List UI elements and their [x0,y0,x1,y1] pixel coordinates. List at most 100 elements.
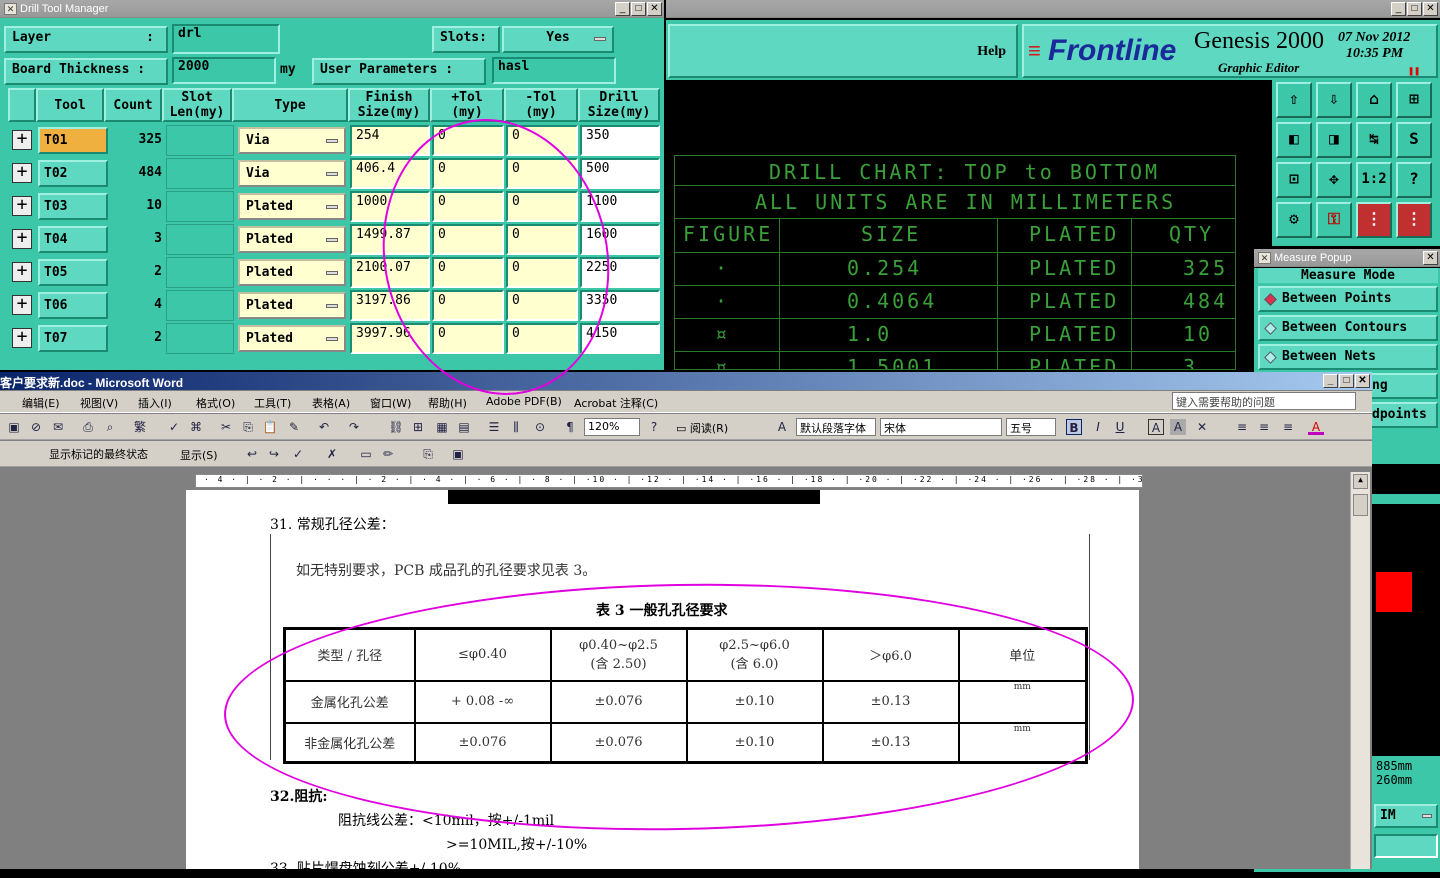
close-button[interactable]: ✕ [1423,251,1438,265]
user-parameters-field[interactable]: hasl [492,57,616,84]
read-button[interactable]: ▭ 阅读(R) [676,420,728,436]
home-icon[interactable]: ⌂ [1356,82,1392,118]
align-left-icon[interactable]: ≡ [1234,419,1250,435]
menu-table[interactable]: 表格(A) [312,395,350,411]
swap-icon[interactable]: ↹ [1356,122,1392,158]
slot-len-cell[interactable] [166,290,234,321]
paste-icon[interactable]: 📋 [262,419,278,435]
highlight-icon[interactable]: ✏ [380,446,396,462]
expand-icon[interactable]: + [12,163,32,183]
units-dropdown[interactable]: IM [1374,804,1438,828]
research-icon[interactable]: ⌘ [188,419,204,435]
menu-insert[interactable]: 插入(I) [138,395,172,411]
slot-len-cell[interactable] [166,323,234,354]
close-button[interactable]: ✕ [1355,374,1370,388]
vertical-scrollbar[interactable]: ▲ [1350,472,1370,869]
track-changes-icon[interactable]: ⎘ [420,446,436,462]
type-dropdown[interactable]: Plated [238,226,346,253]
show-hide-icon[interactable]: ¶ [562,419,578,435]
key-icon[interactable]: ⚿ [1316,202,1352,238]
italic-icon[interactable]: I [1090,419,1106,435]
menu-edit[interactable]: 编辑(E) [22,395,60,411]
previous-change-icon[interactable]: ↩ [244,446,260,462]
tool-cell[interactable]: T01 [38,127,108,154]
layers-icon[interactable]: ⋮ [1356,202,1392,238]
menu-help[interactable]: 帮助(H) [428,395,467,411]
spelling-icon[interactable]: ✓ [166,419,182,435]
help-button[interactable]: Help [977,44,1006,60]
redo-icon[interactable]: ↷ [346,419,362,435]
minimize-button[interactable]: _ [1323,374,1338,388]
expand-icon[interactable]: + [12,262,32,282]
tool-cell[interactable]: T06 [38,292,108,319]
zoom-dropdown[interactable]: 120% [584,418,640,436]
font-size-dropdown[interactable]: 五号 [1006,418,1056,436]
slot-len-cell[interactable] [166,125,234,156]
help-query-icon[interactable]: ? [1396,162,1432,198]
scroll-up-icon[interactable]: ▲ [1353,474,1368,489]
char-border-icon[interactable]: A [1148,419,1164,435]
expand-icon[interactable]: + [12,229,32,249]
minimize-button[interactable]: _ [1391,2,1406,16]
tool-cell[interactable]: T03 [38,193,108,220]
pan-left-icon[interactable]: ◧ [1276,122,1312,158]
print-icon[interactable]: ⎙ [80,419,96,435]
insert-comment-icon[interactable]: ▭ [358,446,374,462]
measure-titlebar[interactable]: ✕ Measure Popup ✕ [1254,249,1440,267]
board-thickness-field[interactable]: 2000 [172,57,276,84]
user-parameters-button[interactable]: User Parameters : [312,58,486,85]
type-dropdown[interactable]: Via [238,160,346,187]
markup-state-dropdown[interactable]: 显示标记的最终状态 [46,445,176,463]
type-dropdown[interactable]: Plated [238,193,346,220]
layer-field[interactable]: drl [172,24,280,54]
document-map-icon[interactable]: ⊙ [532,419,548,435]
reject-change-icon[interactable]: ✗ [324,446,340,462]
slot-len-cell[interactable] [166,191,234,222]
word-titlebar[interactable]: 客户要求新.doc - Microsoft Word _ □ ✕ [0,372,1372,390]
traditional-chinese-icon[interactable]: 繁 [132,419,148,435]
zoom-fit-icon[interactable]: ⊡ [1276,162,1312,198]
char-scale-icon[interactable]: ✕ [1194,419,1210,435]
format-painter-icon[interactable]: ✎ [286,419,302,435]
settings-icon[interactable]: ⚙ [1276,202,1312,238]
next-change-icon[interactable]: ↪ [266,446,282,462]
type-dropdown[interactable]: Plated [238,292,346,319]
drill-size-field[interactable]: 500 [580,158,660,189]
menu-tools[interactable]: 工具(T) [254,395,291,411]
measure-input[interactable] [1374,834,1438,858]
move-up-icon[interactable]: ⇧ [1276,82,1312,118]
tool-cell[interactable]: T05 [38,259,108,286]
cut-icon[interactable]: ✂ [218,419,234,435]
type-dropdown[interactable]: Plated [238,325,346,352]
type-dropdown[interactable]: Plated [238,259,346,286]
menu-window[interactable]: 窗口(W) [370,395,411,411]
undo-icon[interactable]: ↶ [316,419,332,435]
window-split-icon[interactable]: ⊞ [1396,82,1432,118]
maximize-button[interactable]: □ [1407,2,1422,16]
menu-format[interactable]: 格式(O) [196,395,235,411]
expand-icon[interactable]: + [12,295,32,315]
columns-icon[interactable]: ☰ [486,419,502,435]
align-center-icon[interactable]: ≡ [1256,419,1272,435]
scroll-thumb[interactable] [1353,494,1368,516]
horizontal-ruler[interactable]: · 4 · | · 2 · | · · · | · 2 · | · 4 · | … [195,474,1143,488]
drill-size-field[interactable]: 350 [580,125,660,156]
slot-len-cell[interactable] [166,224,234,255]
justify-icon[interactable]: ≡ [1280,419,1296,435]
reviewing-pane-icon[interactable]: ▣ [450,446,466,462]
insert-table-icon[interactable]: ▦ [434,419,450,435]
underline-icon[interactable]: U [1112,419,1128,435]
font-color-icon[interactable]: A [1308,419,1324,435]
close-button[interactable]: ✕ [647,2,662,16]
font-dropdown[interactable]: 宋体 [880,418,1002,436]
expand-icon[interactable]: + [12,130,32,150]
slot-len-cell[interactable] [166,158,234,189]
hyperlink-icon[interactable]: ⛓ [388,419,404,435]
genesis-titlebar[interactable]: _ □ ✕ [666,0,1440,18]
slots-dropdown[interactable]: Yes [502,26,614,53]
tool-cell[interactable]: T02 [38,160,108,187]
expand-icon[interactable]: + [12,328,32,348]
print-preview-icon[interactable]: ⌕ [102,419,118,435]
save-icon[interactable]: ▣ [6,419,22,435]
tool-cell[interactable]: T04 [38,226,108,253]
